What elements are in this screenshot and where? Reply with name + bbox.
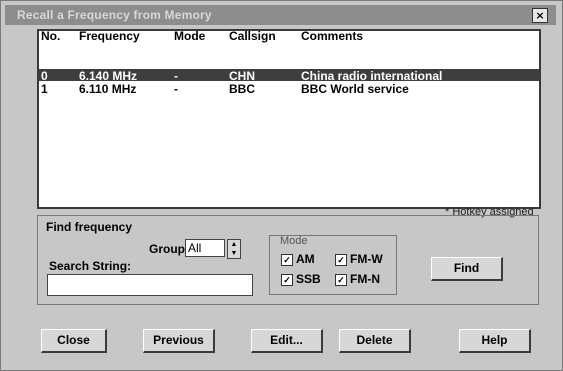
group-selector[interactable]: All ▲ ▼: [185, 239, 241, 259]
mode-legend: Mode: [280, 235, 308, 247]
cell-no: 1: [41, 82, 48, 96]
close-window-button[interactable]: ×: [532, 8, 548, 23]
close-button[interactable]: Close: [41, 329, 107, 353]
cell-comments: China radio international: [301, 69, 443, 83]
cell-mode: -: [174, 82, 178, 96]
group-select[interactable]: All: [185, 239, 225, 257]
group-spinner[interactable]: ▲ ▼: [227, 239, 241, 259]
mode-am-checkbox[interactable]: ✓ AM: [281, 252, 315, 266]
previous-button[interactable]: Previous: [143, 329, 215, 353]
header-no: No.: [41, 29, 61, 43]
table-row[interactable]: 0 6.140 MHz - CHN China radio internatio…: [39, 69, 539, 83]
search-label: Search String:: [49, 259, 132, 273]
mode-fmn-checkbox[interactable]: ✓ FM-N: [335, 272, 380, 286]
search-input[interactable]: [47, 274, 253, 296]
header-frequency: Frequency: [79, 29, 140, 43]
table-row[interactable]: 1 6.110 MHz - BBC BBC World service: [39, 82, 539, 96]
checkbox-check-icon: ✓: [281, 253, 293, 266]
find-frequency-legend: Find frequency: [46, 220, 133, 234]
recall-dialog: Recall a Frequency from Memory × No. Fre…: [0, 0, 563, 371]
delete-button[interactable]: Delete: [339, 329, 411, 353]
group-label: Group:: [149, 242, 189, 256]
checkbox-check-icon: ✓: [281, 273, 293, 286]
checkbox-check-icon: ✓: [335, 273, 347, 286]
spin-down-icon[interactable]: ▼: [228, 249, 240, 258]
mode-fmn-label: FM-N: [350, 272, 380, 286]
cell-frequency: 6.110 MHz: [79, 82, 137, 96]
mode-ssb-label: SSB: [296, 272, 321, 286]
window-title: Recall a Frequency from Memory: [17, 8, 212, 22]
header-mode: Mode: [174, 29, 206, 43]
cell-frequency: 6.140 MHz: [79, 69, 138, 83]
header-comments: Comments: [301, 29, 364, 43]
spin-up-icon[interactable]: ▲: [228, 240, 240, 249]
mode-ssb-checkbox[interactable]: ✓ SSB: [281, 272, 321, 286]
cell-callsign: CHN: [229, 69, 255, 83]
cell-mode: -: [174, 69, 178, 83]
header-callsign: Callsign: [229, 29, 276, 43]
checkbox-check-icon: ✓: [335, 253, 347, 266]
mode-fmw-checkbox[interactable]: ✓ FM-W: [335, 252, 383, 266]
edit-button[interactable]: Edit...: [251, 329, 323, 353]
find-button[interactable]: Find: [431, 257, 503, 281]
list-header: No. Frequency Mode Callsign Comments: [39, 29, 539, 45]
frequency-list[interactable]: No. Frequency Mode Callsign Comments 0 6…: [37, 29, 541, 209]
mode-fmw-label: FM-W: [350, 252, 383, 266]
cell-no: 0: [41, 69, 48, 83]
mode-am-label: AM: [296, 252, 315, 266]
title-bar: Recall a Frequency from Memory ×: [5, 5, 556, 25]
cell-callsign: BBC: [229, 82, 255, 96]
cell-comments: BBC World service: [301, 82, 409, 96]
help-button[interactable]: Help: [459, 329, 531, 353]
